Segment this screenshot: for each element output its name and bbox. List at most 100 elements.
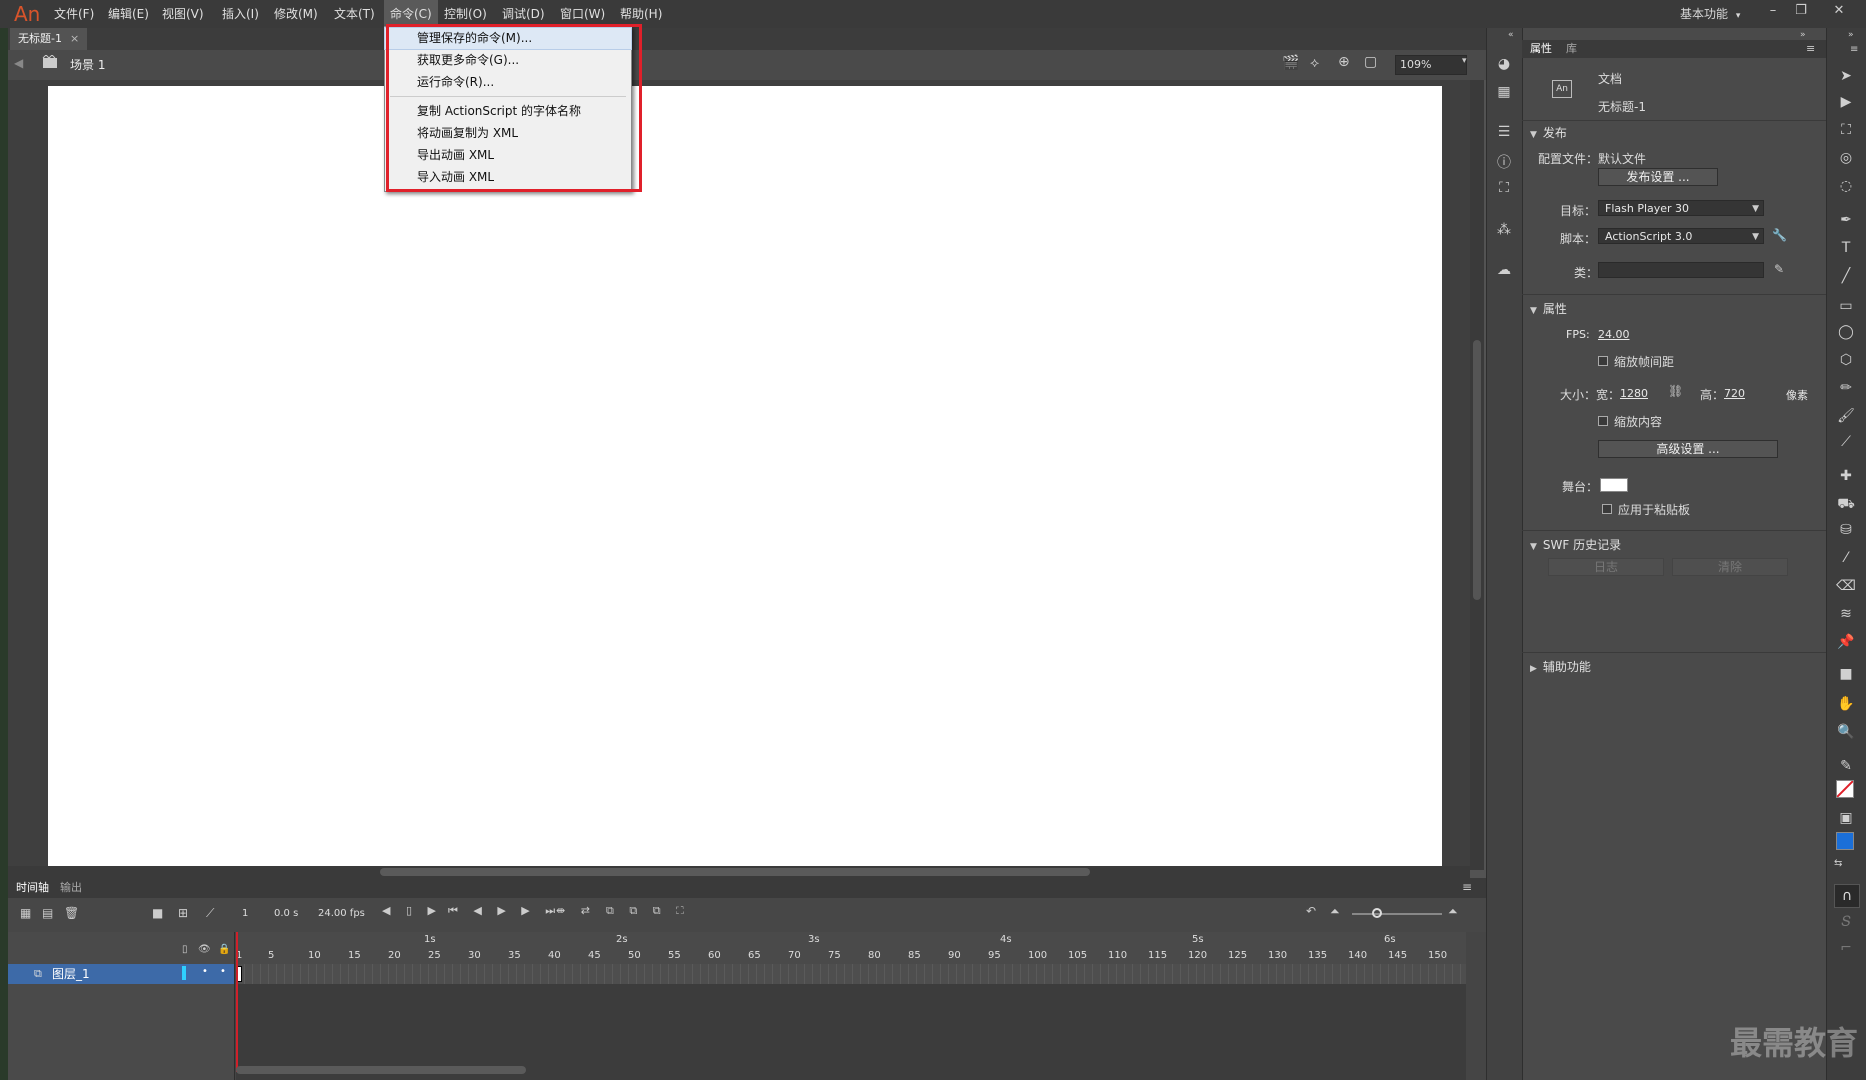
playhead[interactable] — [236, 932, 238, 1072]
zoom-in-icon[interactable]: ⏶ — [1448, 904, 1458, 919]
clapper-icon[interactable]: 🎬 — [1282, 55, 1299, 71]
new-folder-icon[interactable]: ▤ — [42, 906, 53, 920]
expand-icon[interactable]: » — [1848, 30, 1854, 40]
edit-symbols-icon[interactable]: ⟡ — [1310, 55, 1319, 71]
playback-step-controls[interactable]: ◀ ▯ ▶ — [382, 904, 442, 917]
collapse-icon[interactable]: « — [1508, 30, 1514, 40]
tab-timeline[interactable]: 时间轴 — [16, 878, 49, 898]
workspace-switcher[interactable]: 基本功能 ▾ — [1680, 0, 1740, 30]
width-tool-icon[interactable]: ≋ — [1836, 604, 1856, 624]
rectangle-tool-icon[interactable]: ▭ — [1836, 296, 1856, 316]
close-icon[interactable]: × — [70, 32, 79, 45]
frame-rate[interactable]: 24.00 fps — [318, 908, 365, 919]
menu-edit[interactable]: 编辑(E) — [102, 0, 155, 28]
minimize-button[interactable]: – — [1760, 0, 1786, 22]
line-tool-icon[interactable]: ╱ — [1836, 266, 1856, 286]
timeline-zoom-handle[interactable] — [1372, 908, 1382, 918]
asset-warp-tool-icon[interactable]: 📌 — [1836, 632, 1856, 652]
menu-file[interactable]: 文件(F) — [48, 0, 100, 28]
fps-value[interactable]: 24.00 — [1598, 328, 1630, 341]
frame-row[interactable] — [236, 964, 1466, 984]
panel-menu-icon[interactable]: ≡ — [1462, 880, 1472, 894]
horizontal-scroll-thumb[interactable] — [380, 868, 1090, 876]
brush-tool-icon[interactable]: ⟋ — [1836, 432, 1856, 452]
section-attributes[interactable]: ▼ 属性 — [1530, 300, 1567, 317]
paint-bucket-tool-icon[interactable]: ⛟ — [1836, 494, 1856, 514]
onion-skin-controls[interactable]: ⧉ ⧉ ⧉ ⛶ — [606, 904, 690, 918]
zoom-tool-icon[interactable]: 🔍 — [1836, 722, 1856, 742]
graph-icon[interactable]: ⟋ — [206, 906, 214, 921]
timeline-zoom-slider[interactable] — [1352, 913, 1442, 915]
stroke-color-swatch[interactable] — [1836, 780, 1854, 798]
section-publish[interactable]: ▼ 发布 — [1530, 124, 1567, 141]
expand-icon[interactable]: » — [1800, 30, 1806, 40]
layer-lock-dot[interactable]: • — [220, 966, 226, 977]
eraser-tool-icon[interactable]: ⌫ — [1836, 576, 1856, 596]
panel-menu-icon[interactable]: ≡ — [1850, 44, 1858, 55]
chevron-down-icon[interactable]: ▾ — [1462, 56, 1467, 66]
free-transform-tool-icon[interactable]: ⛶ — [1836, 120, 1856, 140]
publish-settings-button[interactable]: 发布设置 ... — [1598, 168, 1718, 186]
tab-properties[interactable]: 属性 — [1530, 40, 1552, 58]
eyedropper-tool-icon[interactable]: ⁄ — [1836, 548, 1856, 568]
cc-libraries-icon[interactable]: ☁ — [1494, 262, 1514, 282]
swatches-icon[interactable]: ▦ — [1494, 84, 1514, 104]
scene-label[interactable]: 场景 1 — [70, 56, 105, 73]
tab-library[interactable]: 库 — [1566, 40, 1577, 58]
link-icon[interactable]: ⛓ — [1668, 384, 1683, 398]
advanced-settings-button[interactable]: 高级设置 ... — [1598, 440, 1778, 458]
current-frame[interactable]: 1 — [242, 908, 248, 919]
center-stage-icon[interactable]: ⊕ — [1338, 54, 1350, 70]
eye-icon[interactable]: 👁 — [198, 944, 211, 955]
camera-icon[interactable]: ■ — [152, 906, 163, 920]
info-icon[interactable]: ⓘ — [1494, 152, 1514, 172]
oval-tool-icon[interactable]: ◯ — [1836, 322, 1856, 342]
hand-tool-icon[interactable]: ✋ — [1836, 694, 1856, 714]
class-input[interactable] — [1598, 262, 1764, 278]
menu-text[interactable]: 文本(T) — [328, 0, 381, 28]
section-swf-history[interactable]: ▼ SWF 历史记录 — [1530, 536, 1621, 553]
lasso-tool-icon[interactable]: ◌ — [1836, 176, 1856, 196]
stroke-color-icon[interactable]: ✎ — [1836, 756, 1856, 776]
stage[interactable] — [48, 86, 1442, 866]
pencil-tool-icon[interactable]: ✏ — [1836, 378, 1856, 398]
layer-color-marker[interactable] — [182, 966, 186, 980]
paint-brush-tool-icon[interactable]: 🖌 — [1836, 406, 1856, 426]
undo-icon[interactable]: ↶ — [1306, 904, 1316, 918]
panel-menu-icon[interactable]: ≡ — [1806, 42, 1815, 55]
log-button[interactable]: 日志 — [1548, 558, 1664, 576]
wrench-icon[interactable]: 🔧 — [1772, 228, 1787, 242]
layer-visible-dot[interactable]: • — [202, 966, 208, 977]
fill-color-icon[interactable]: ▣ — [1836, 808, 1856, 828]
restore-button[interactable]: ❐ — [1788, 0, 1814, 22]
swap-colors-icon[interactable]: ⇆ — [1834, 858, 1842, 869]
close-button[interactable]: ✕ — [1826, 0, 1852, 22]
outline-toggle-icon[interactable]: ▯ — [182, 944, 188, 955]
loop-controls[interactable]: ⇼ ⇄ — [556, 904, 596, 917]
scale-frames-checkbox[interactable] — [1598, 356, 1608, 366]
snap-magnet-icon[interactable]: ∩ — [1834, 884, 1860, 908]
menu-insert[interactable]: 插入(I) — [216, 0, 265, 28]
height-value[interactable]: 720 — [1724, 387, 1745, 400]
zoom-select[interactable]: 109% — [1395, 55, 1467, 75]
selection-tool-icon[interactable]: ➤ — [1836, 66, 1856, 86]
clip-content-icon[interactable]: ▢ — [1364, 54, 1377, 70]
layer-parent-icon[interactable]: ⊞ — [178, 906, 188, 920]
menu-view[interactable]: 视图(V) — [156, 0, 210, 28]
width-value[interactable]: 1280 — [1620, 387, 1648, 400]
lock-icon[interactable]: 🔒 — [218, 944, 230, 955]
script-select[interactable]: ActionScript 3.0 ▼ — [1598, 228, 1764, 244]
back-arrow-icon[interactable]: ◀ — [14, 56, 23, 70]
document-tab[interactable]: 无标题-1 × — [10, 28, 88, 50]
3d-rotation-tool-icon[interactable]: ◎ — [1836, 148, 1856, 168]
straighten-icon[interactable]: ⌐ — [1836, 938, 1856, 958]
ink-bottle-tool-icon[interactable]: ⛁ — [1836, 520, 1856, 540]
pen-tool-icon[interactable]: ✒ — [1836, 210, 1856, 230]
camera-tool-icon[interactable]: ■ — [1836, 664, 1856, 684]
transform-icon[interactable]: ⛶ — [1494, 180, 1514, 200]
align-icon[interactable]: ☰ — [1494, 124, 1514, 144]
delete-layer-icon[interactable]: 🗑 — [64, 906, 79, 920]
section-accessibility[interactable]: ▶ 辅助功能 — [1530, 658, 1591, 675]
timeline-scroll-thumb[interactable] — [236, 1066, 526, 1074]
playback-controls[interactable]: ⏮ ◀ ▶ ▶ ⏭ — [448, 904, 561, 918]
